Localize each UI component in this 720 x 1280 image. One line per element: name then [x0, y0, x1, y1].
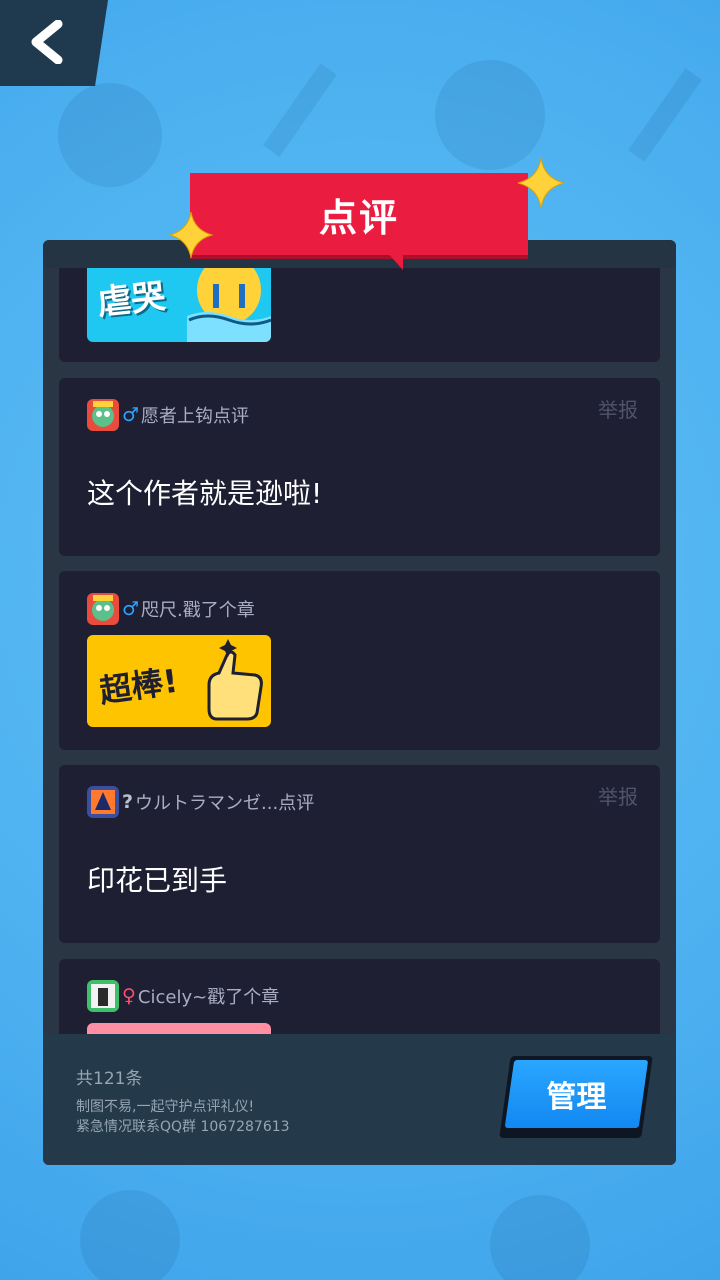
notice-line-1: 制图不易,一起守护点评礼仪! [76, 1099, 255, 1115]
report-button[interactable]: 举报 [598, 394, 638, 423]
gender-female-icon: ♀ [122, 985, 136, 1007]
comment-card: ♂ 愿者上钩点评 举报 这个作者就是逊啦! [59, 378, 660, 556]
comment-text: 这个作者就是逊啦! [87, 477, 323, 510]
back-button[interactable] [0, 0, 108, 86]
comment-count: 共121条 [76, 1069, 143, 1089]
review-panel: 虐哭 ♂ 愿者上钩点评 举报 这个作者就是逊啦! ♂ 咫尺.戳了个章 超棒! ?… [43, 240, 676, 1165]
avatar[interactable] [87, 980, 119, 1012]
sticker-pink [87, 1023, 271, 1034]
footer-bar: 共121条 制图不易,一起守护点评礼仪! 紧急情况联系QQ群 106728761… [43, 1034, 676, 1165]
gender-unknown-icon: ? [122, 791, 134, 813]
thumbs-up-icon [207, 639, 263, 721]
manage-button-label: 管理 [546, 1080, 607, 1115]
report-button[interactable]: 举报 [598, 781, 638, 810]
sticker-crying: 虐哭 [87, 268, 271, 342]
comment-card: ? ウルトラマンゼ...点评 举报 印花已到手 [59, 765, 660, 943]
hero-avatar-icon [91, 790, 115, 814]
comment-card: ♀ Cicely~戳了个章 [59, 959, 660, 1034]
lion-avatar-icon [92, 401, 114, 427]
back-arrow-icon [31, 20, 63, 64]
comment-user-row[interactable]: ♂ 咫尺.戳了个章 [87, 592, 255, 626]
gender-male-icon: ♂ [122, 598, 140, 620]
avatar[interactable] [87, 399, 119, 431]
gender-male-icon: ♂ [122, 404, 140, 426]
notice-line-2: 紧急情况联系QQ群 1067287613 [76, 1119, 290, 1135]
comment-card: ♂ 咫尺.戳了个章 超棒! [59, 571, 660, 750]
banner-tail [385, 250, 403, 270]
sticker-text: 超棒! [97, 661, 181, 711]
comment-username: ウルトラマンゼ...点评 [135, 793, 315, 814]
comment-text: 印花已到手 [87, 864, 228, 897]
background-hammer-icon [263, 63, 337, 157]
page-title: 点评 [318, 195, 399, 240]
comment-user-row[interactable]: ♀ Cicely~戳了个章 [87, 979, 279, 1013]
background-bomb-icon [490, 1195, 590, 1280]
background-hammer-icon [628, 68, 702, 162]
lion-avatar-icon [92, 595, 114, 621]
manage-button[interactable]: 管理 [499, 1056, 653, 1138]
avatar[interactable] [87, 593, 119, 625]
comment-list[interactable]: 虐哭 ♂ 愿者上钩点评 举报 这个作者就是逊啦! ♂ 咫尺.戳了个章 超棒! ?… [59, 268, 660, 1034]
comment-user-row[interactable]: ? ウルトラマンゼ...点评 [87, 785, 314, 819]
comment-user-row[interactable]: ♂ 愿者上钩点评 [87, 398, 249, 432]
comment-username: 咫尺.戳了个章 [141, 600, 255, 621]
sticker-text: 虐哭 [95, 276, 168, 324]
character-avatar-icon [91, 984, 115, 1008]
sticker-great: 超棒! [87, 635, 271, 727]
avatar[interactable] [87, 786, 119, 818]
comment-username: Cicely~戳了个章 [137, 987, 280, 1008]
sparkle-star-icon [517, 157, 565, 209]
background-bomb-icon [80, 1190, 180, 1280]
title-banner: 点评 [190, 173, 528, 255]
comment-card: 虐哭 [59, 268, 660, 362]
comment-username: 愿者上钩点评 [141, 406, 250, 427]
crying-chick-icon [187, 268, 271, 342]
sparkle-star-icon [168, 211, 214, 259]
